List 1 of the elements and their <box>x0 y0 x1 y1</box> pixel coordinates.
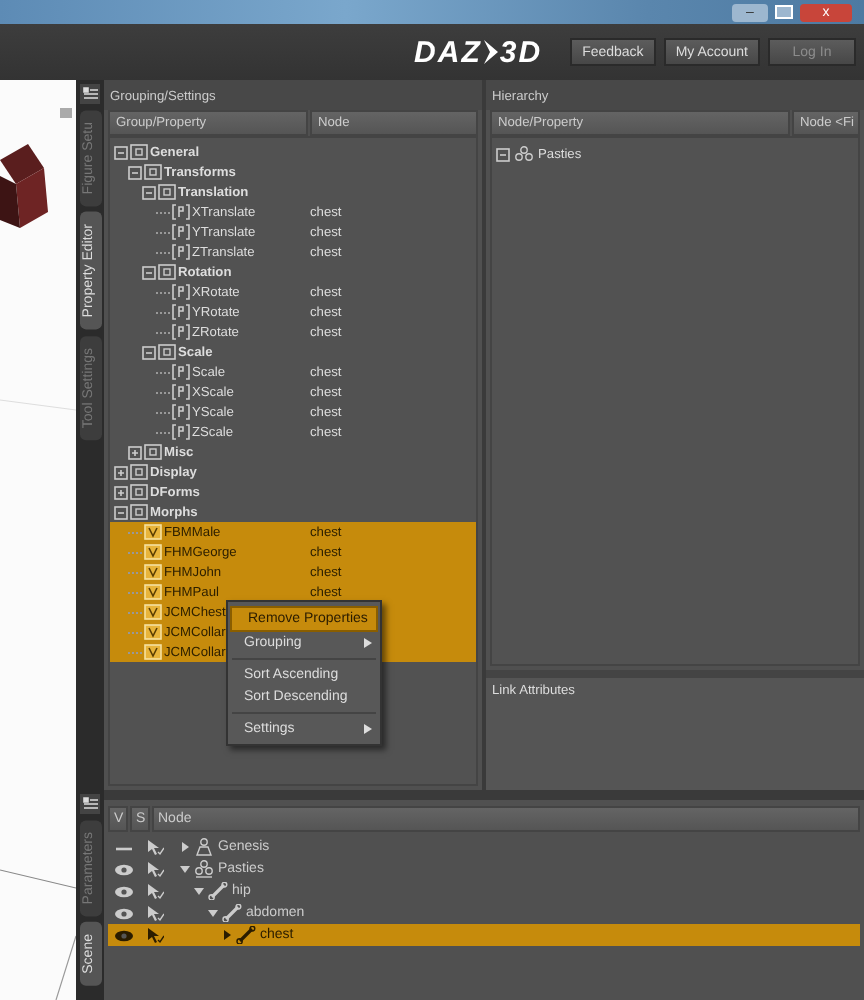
logo: DAZ 3D <box>414 35 543 69</box>
